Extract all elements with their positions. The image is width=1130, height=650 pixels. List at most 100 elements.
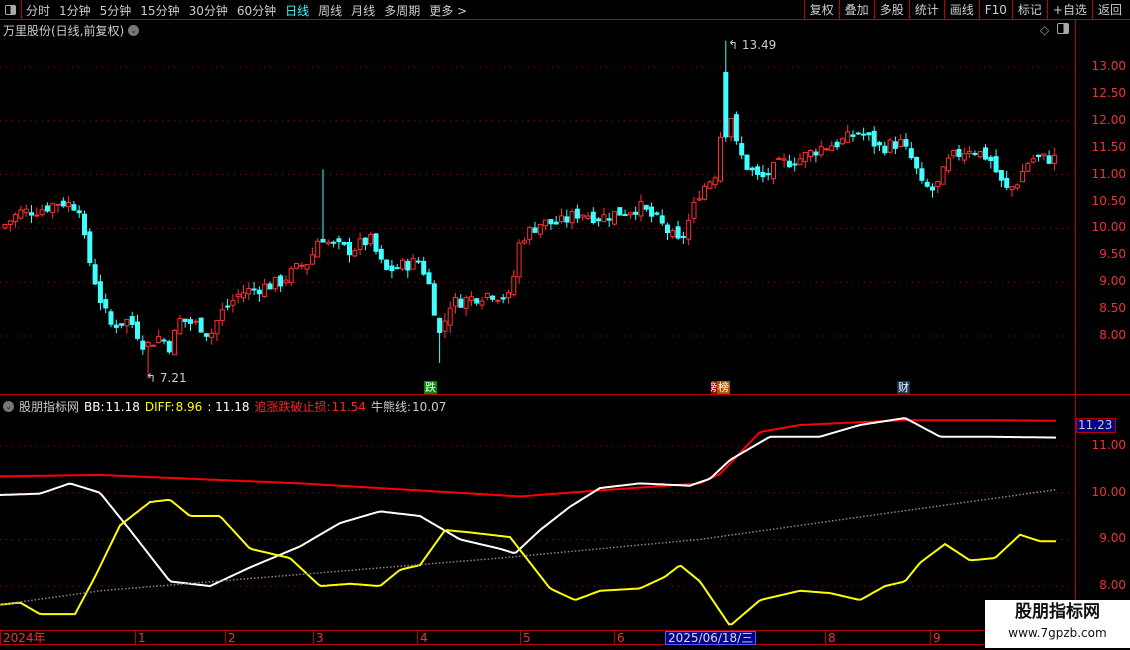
- candle-body: [686, 219, 692, 240]
- candle-body: [834, 141, 840, 148]
- watermark-url: www.7gpzb.com: [1008, 626, 1107, 640]
- candle-body: [659, 215, 665, 224]
- candle-body: [845, 131, 851, 143]
- candle-body: [315, 240, 321, 258]
- candle-body: [18, 209, 24, 219]
- indicator-name: 股朋指标网: [19, 400, 80, 414]
- candle-body: [627, 212, 633, 216]
- candle-body: [818, 146, 824, 156]
- candle-body: [362, 237, 368, 246]
- candle-body: [458, 298, 464, 308]
- candle-body: [193, 320, 199, 323]
- candle-body: [71, 204, 77, 211]
- candle-body: [665, 224, 670, 234]
- candle-body: [511, 275, 517, 296]
- indicator-legend: ⌄ 股朋指标网 BB: 11.18 DIFF: 8.96 : 11.18 追涨跌破止…: [3, 398, 446, 415]
- candle-body: [866, 132, 872, 136]
- candle-body: [97, 281, 103, 304]
- candle-body: [924, 181, 930, 187]
- candle-body: [792, 163, 798, 166]
- candle-body: [294, 263, 299, 269]
- indicator-axis-label: 10.00: [1091, 484, 1126, 499]
- candle-body: [537, 223, 543, 235]
- price-axis-label: 11.50: [1091, 139, 1126, 154]
- candle-body: [29, 212, 34, 216]
- candle-body: [325, 241, 331, 245]
- date-axis-label: 2: [225, 631, 236, 645]
- candle-body: [972, 152, 978, 155]
- candle-body: [521, 240, 527, 244]
- candle-body: [214, 320, 220, 335]
- candle-body: [739, 143, 745, 156]
- stop-loss-value: 11.54: [331, 399, 366, 414]
- candle-body: [861, 133, 867, 136]
- candle-body: [320, 238, 326, 243]
- candle-body: [288, 268, 294, 284]
- candle-body: [564, 216, 570, 223]
- high-price-annotation: ↰ 13.49: [728, 38, 777, 52]
- candle-body: [1004, 177, 1010, 188]
- candle-body: [490, 295, 496, 300]
- candle-body: [506, 292, 511, 299]
- candle-body: [898, 139, 904, 147]
- price-axis-label: 9.00: [1099, 274, 1126, 289]
- candle-body: [786, 160, 792, 168]
- candle-body: [622, 214, 628, 217]
- date-axis-label: 9: [930, 631, 941, 645]
- candle-body: [357, 238, 363, 250]
- candle-body: [267, 283, 273, 290]
- candle-body: [765, 173, 771, 176]
- indicator-axis-label: 11.00: [1091, 438, 1126, 452]
- candle-body: [776, 157, 782, 160]
- high-price: 13.49: [741, 38, 777, 52]
- date-axis: 2025/06/18/三 2024年 1 2 3 4 5 6 8 9: [0, 630, 1075, 645]
- candle-body: [161, 339, 167, 342]
- candle-body: [241, 292, 246, 299]
- candle-body: [1025, 162, 1031, 172]
- candle-body: [680, 235, 686, 238]
- candle-body: [569, 211, 575, 224]
- date-axis-label: 5: [520, 631, 531, 645]
- candle-body: [802, 151, 808, 163]
- chevron-down-icon[interactable]: ⌄: [3, 401, 14, 412]
- candle-body: [988, 156, 994, 162]
- candle-body: [967, 150, 973, 154]
- candle-body: [755, 166, 761, 176]
- event-tag-finance[interactable]: 财: [897, 381, 910, 394]
- candle-body: [728, 117, 734, 138]
- candle-body: [352, 249, 358, 257]
- candle-body: [935, 181, 941, 188]
- candle-body: [299, 264, 305, 267]
- event-tag-drop[interactable]: 跌: [424, 381, 437, 394]
- candle-body: [733, 114, 739, 142]
- bb-value: 11.18: [105, 399, 140, 414]
- candle-body: [601, 214, 607, 223]
- candle-body: [145, 341, 151, 347]
- series-line-0: [0, 419, 1057, 498]
- candle-body: [882, 145, 888, 154]
- candle-body: [1020, 171, 1026, 183]
- candle-body: [829, 145, 835, 152]
- price-axis-label: 8.50: [1099, 301, 1126, 316]
- candle-body: [39, 209, 45, 216]
- candle-body: [119, 323, 125, 326]
- event-tag-dragon-tiger[interactable]: 龙虎榜 榜: [711, 381, 730, 394]
- candle-body: [649, 206, 655, 217]
- candle-body: [516, 242, 522, 278]
- candle-body: [463, 297, 469, 309]
- candle-body: [908, 148, 914, 159]
- candle-body: [34, 214, 40, 217]
- candle-body: [951, 149, 957, 157]
- candle-body: [914, 156, 920, 169]
- series-line-2: [0, 498, 1056, 626]
- candle-body: [548, 219, 554, 225]
- date-axis-label: 2024年: [0, 631, 46, 645]
- candle-body: [930, 186, 935, 191]
- candle-body: [66, 201, 72, 208]
- candle-body: [442, 320, 448, 332]
- candle-body: [824, 148, 829, 151]
- candle-body: [771, 162, 776, 180]
- candle-body: [712, 177, 718, 186]
- date-axis-label: 8: [825, 631, 836, 645]
- candle-body: [156, 335, 162, 344]
